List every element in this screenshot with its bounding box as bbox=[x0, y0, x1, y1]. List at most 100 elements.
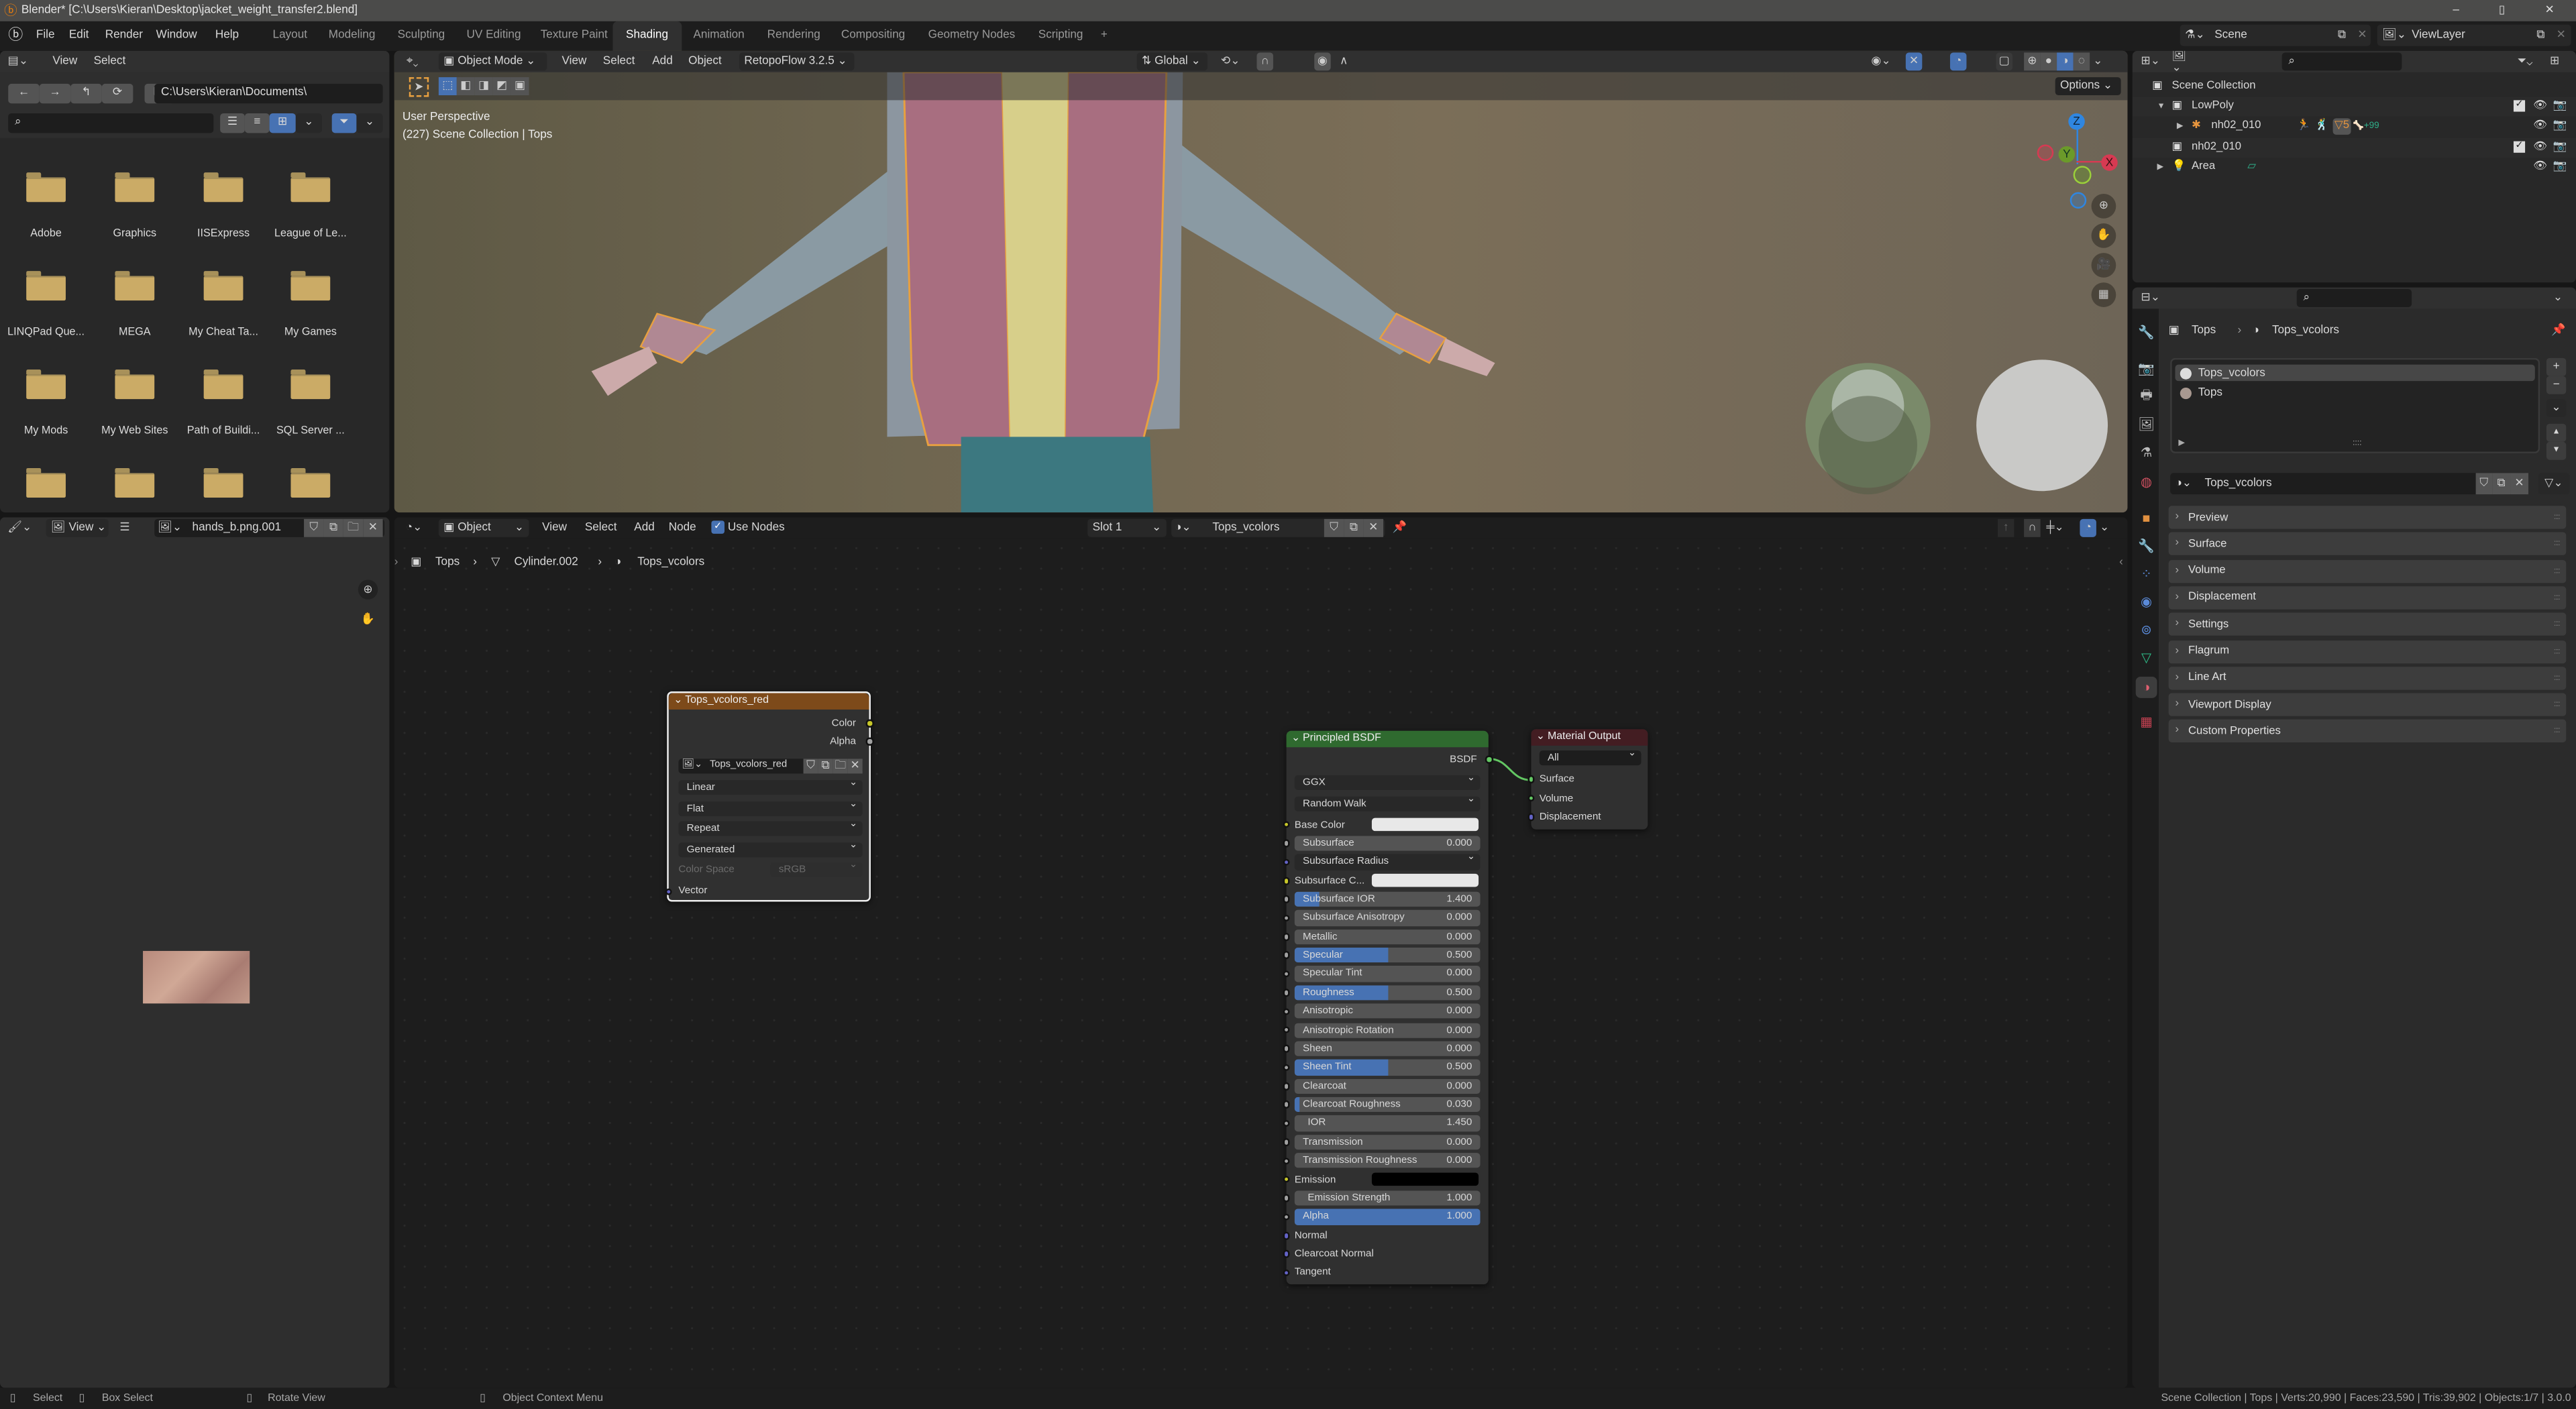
display-thumbnails-button[interactable]: ⊞ bbox=[269, 113, 296, 133]
material-slot-item[interactable]: Tops_vcolors bbox=[2175, 364, 2535, 382]
collapse-icon[interactable]: ⌄ bbox=[1291, 731, 1300, 747]
image-texture-node[interactable]: ⌄ Tops_vcolors_red Color Alpha 🖼⌄ Tops_vc… bbox=[664, 691, 873, 902]
exclude-checkbox[interactable]: ✓ bbox=[2513, 140, 2526, 152]
fake-user-icon[interactable]: ⛉ bbox=[2475, 473, 2493, 495]
drag-handle-icon[interactable]: :::: bbox=[2554, 693, 2561, 716]
folder-item[interactable]: My Web Sites bbox=[91, 370, 179, 451]
drag-handle-icon[interactable]: :::: bbox=[2554, 506, 2561, 528]
retopoflow-menu[interactable]: RetopoFlow 3.2.5 ⌄ bbox=[739, 52, 855, 71]
workspace-tab-geometry-nodes[interactable]: Geometry Nodes bbox=[928, 21, 1016, 51]
select-difference-icon[interactable]: ◩ bbox=[492, 77, 511, 96]
gizmo-z-axis[interactable]: Z bbox=[2068, 113, 2085, 130]
workspace-tab-rendering[interactable]: Rendering bbox=[767, 21, 820, 51]
pan-hand-icon[interactable]: ✋ bbox=[2091, 223, 2116, 248]
drag-handle-icon[interactable]: :::: bbox=[2554, 613, 2561, 636]
scene-selector[interactable]: ⚗⌄ Scene ⧉ ✕ bbox=[2180, 24, 2371, 46]
interpolation-dropdown[interactable]: Linear bbox=[678, 777, 863, 796]
input-transmission-roughness-slider[interactable]: Transmission Roughness 0.000 bbox=[1294, 1153, 1481, 1169]
image-name-field[interactable]: hands_b.png.001 bbox=[193, 519, 282, 537]
collapse-icon[interactable]: ⌄ bbox=[674, 693, 682, 709]
input-specular-tint-slider[interactable]: Specular Tint 0.000 bbox=[1294, 966, 1481, 982]
display-horizontal-list-button[interactable]: ≡ bbox=[244, 113, 270, 133]
select-extend-icon[interactable]: ◧ bbox=[456, 77, 475, 96]
input-clearcoat-roughness-slider[interactable]: Clearcoat Roughness 0.030 bbox=[1294, 1097, 1481, 1113]
expand-arrow-icon[interactable]: ▶ bbox=[2177, 117, 2183, 137]
physics-tab-icon[interactable]: ◉ bbox=[2136, 591, 2157, 613]
folder-item[interactable]: Path of Buildi... bbox=[179, 370, 268, 451]
outliner-search-field[interactable]: ⌕ bbox=[2282, 52, 2402, 71]
new-image-icon[interactable]: ⧉ bbox=[818, 758, 833, 774]
node-header[interactable]: ⌄ Material Output bbox=[1531, 729, 1648, 746]
workspace-tab-compositing[interactable]: Compositing bbox=[841, 21, 905, 51]
panel-flagrum[interactable]: › Flagrum:::: bbox=[2168, 639, 2567, 663]
material-selector[interactable]: ◑⌄ Tops_vcolors ⛉ ⧉ ✕ bbox=[2170, 473, 2528, 495]
zoom-icon[interactable]: ⊕ bbox=[358, 579, 378, 600]
folder-item[interactable] bbox=[91, 467, 179, 512]
output-socket-alpha[interactable] bbox=[865, 737, 873, 745]
select-new-icon[interactable]: ⬚ bbox=[438, 77, 457, 96]
unlink-image-icon[interactable]: ✕ bbox=[847, 758, 863, 774]
input-socket[interactable] bbox=[1282, 1007, 1290, 1015]
input-sheen-tint-slider[interactable]: Sheen Tint 0.500 bbox=[1294, 1060, 1481, 1076]
back-button[interactable]: ← bbox=[8, 83, 40, 104]
input-subsurface-c-color-swatch[interactable] bbox=[1371, 874, 1479, 887]
menu-file[interactable]: File bbox=[36, 26, 55, 44]
material-browse-icon[interactable]: ◑⌄ bbox=[2175, 475, 2192, 493]
outliner-row[interactable]: ▼ ▣ LowPoly ✓ 👁 📷 bbox=[2132, 97, 2576, 117]
view-layer-selector[interactable]: 🖼⌄ ViewLayer ⧉ ✕ bbox=[2377, 24, 2571, 46]
material-slot-item[interactable]: Tops bbox=[2175, 384, 2534, 400]
menu-view[interactable]: View bbox=[542, 519, 567, 537]
duplicate-material-icon[interactable]: ⧉ bbox=[2492, 473, 2511, 495]
wireframe-shading-icon[interactable]: ⊕ bbox=[2024, 52, 2041, 71]
link-mode-icon[interactable]: ▽⌄ bbox=[2538, 473, 2570, 495]
render-tab-icon[interactable]: 📷 bbox=[2136, 358, 2157, 380]
transform-orientation-dropdown[interactable]: ⇅ Global ⌄ bbox=[1136, 52, 1208, 71]
node-header[interactable]: ⌄ Tops_vcolors_red bbox=[668, 693, 869, 710]
display-vertical-list-button[interactable]: ☰ bbox=[220, 113, 245, 133]
sidebar-expand-arrow[interactable]: ‹ bbox=[2119, 553, 2123, 571]
fake-user-icon[interactable]: ⛉ bbox=[803, 758, 818, 774]
mesh-children-badge[interactable]: ▽5 bbox=[2332, 119, 2351, 135]
filter-options-dropdown[interactable]: ⌄ bbox=[356, 113, 383, 133]
minimize-button[interactable]: – bbox=[2453, 1, 2459, 19]
menu-help[interactable]: Help bbox=[215, 26, 239, 44]
fake-user-icon[interactable]: ⛉ bbox=[304, 518, 324, 537]
particles-tab-icon[interactable]: ⁘ bbox=[2136, 563, 2157, 585]
outliner-row[interactable]: ▶ ✱ nh02_010 🏃 🕺 ▽5 🦴+99 👁 📷 bbox=[2132, 117, 2576, 137]
input-socket[interactable] bbox=[1282, 1157, 1290, 1165]
new-collection-icon[interactable]: ⊞ bbox=[2546, 52, 2563, 70]
new-scene-icon[interactable]: ⧉ bbox=[2338, 26, 2346, 44]
constraints-tab-icon[interactable]: ⊚ bbox=[2136, 619, 2157, 640]
material-name-field[interactable]: Tops_vcolors bbox=[1212, 519, 1279, 537]
drag-handle-icon[interactable]: :::: bbox=[2554, 720, 2561, 743]
select-subtract-icon[interactable]: ◨ bbox=[474, 77, 493, 96]
folder-item[interactable]: LINQPad Que... bbox=[1, 271, 90, 353]
tool-tab-icon[interactable]: 🔧 bbox=[2136, 322, 2157, 343]
input-subsurface-slider[interactable]: Subsurface 0.000 bbox=[1294, 836, 1481, 851]
editor-type-icon[interactable]: ◔⌄ bbox=[401, 519, 427, 537]
menu-edit[interactable]: Edit bbox=[69, 26, 89, 44]
open-image-icon[interactable]: 🗀 bbox=[833, 758, 848, 774]
display-mode-icon[interactable]: 🖼⌄ bbox=[2172, 51, 2195, 73]
parent-node-tree-icon[interactable]: ↑ bbox=[1997, 518, 2015, 537]
expand-arrow-icon[interactable]: ▼ bbox=[2157, 97, 2165, 117]
drag-handle-icon[interactable]: :::: bbox=[2554, 586, 2561, 609]
overlay-toggle-icon[interactable]: ◔ bbox=[2080, 518, 2096, 537]
hamburger-menu-icon[interactable]: ☰ bbox=[117, 519, 133, 537]
folder-item[interactable]: My Games bbox=[266, 271, 355, 353]
solid-shading-icon[interactable]: ● bbox=[2040, 52, 2057, 71]
panel-volume[interactable]: › Volume:::: bbox=[2168, 559, 2567, 583]
slot-specials-button[interactable]: ⌄ bbox=[2546, 399, 2567, 418]
options-dropdown[interactable]: Options ⌄ bbox=[2055, 77, 2121, 96]
display-options-dropdown[interactable]: ⌄ bbox=[295, 113, 323, 133]
image-canvas[interactable] bbox=[143, 950, 250, 1004]
visibility-eye-icon[interactable]: 👁 bbox=[2533, 117, 2547, 137]
proportional-edit-icon[interactable]: ◉ bbox=[1314, 52, 1331, 71]
editor-type-icon[interactable]: ▤⌄ bbox=[7, 52, 30, 70]
menu-select[interactable]: Select bbox=[585, 519, 617, 537]
material-output-node[interactable]: ⌄Material Output All Surface Volume Displa… bbox=[1527, 729, 1648, 830]
toolbar-expand-arrow[interactable]: › bbox=[394, 553, 398, 571]
distribution-dropdown[interactable]: GGX bbox=[1294, 772, 1481, 791]
expand-arrow-icon[interactable]: ▶ bbox=[2157, 158, 2163, 177]
move-slot-down-button[interactable]: ▼ bbox=[2546, 441, 2567, 460]
